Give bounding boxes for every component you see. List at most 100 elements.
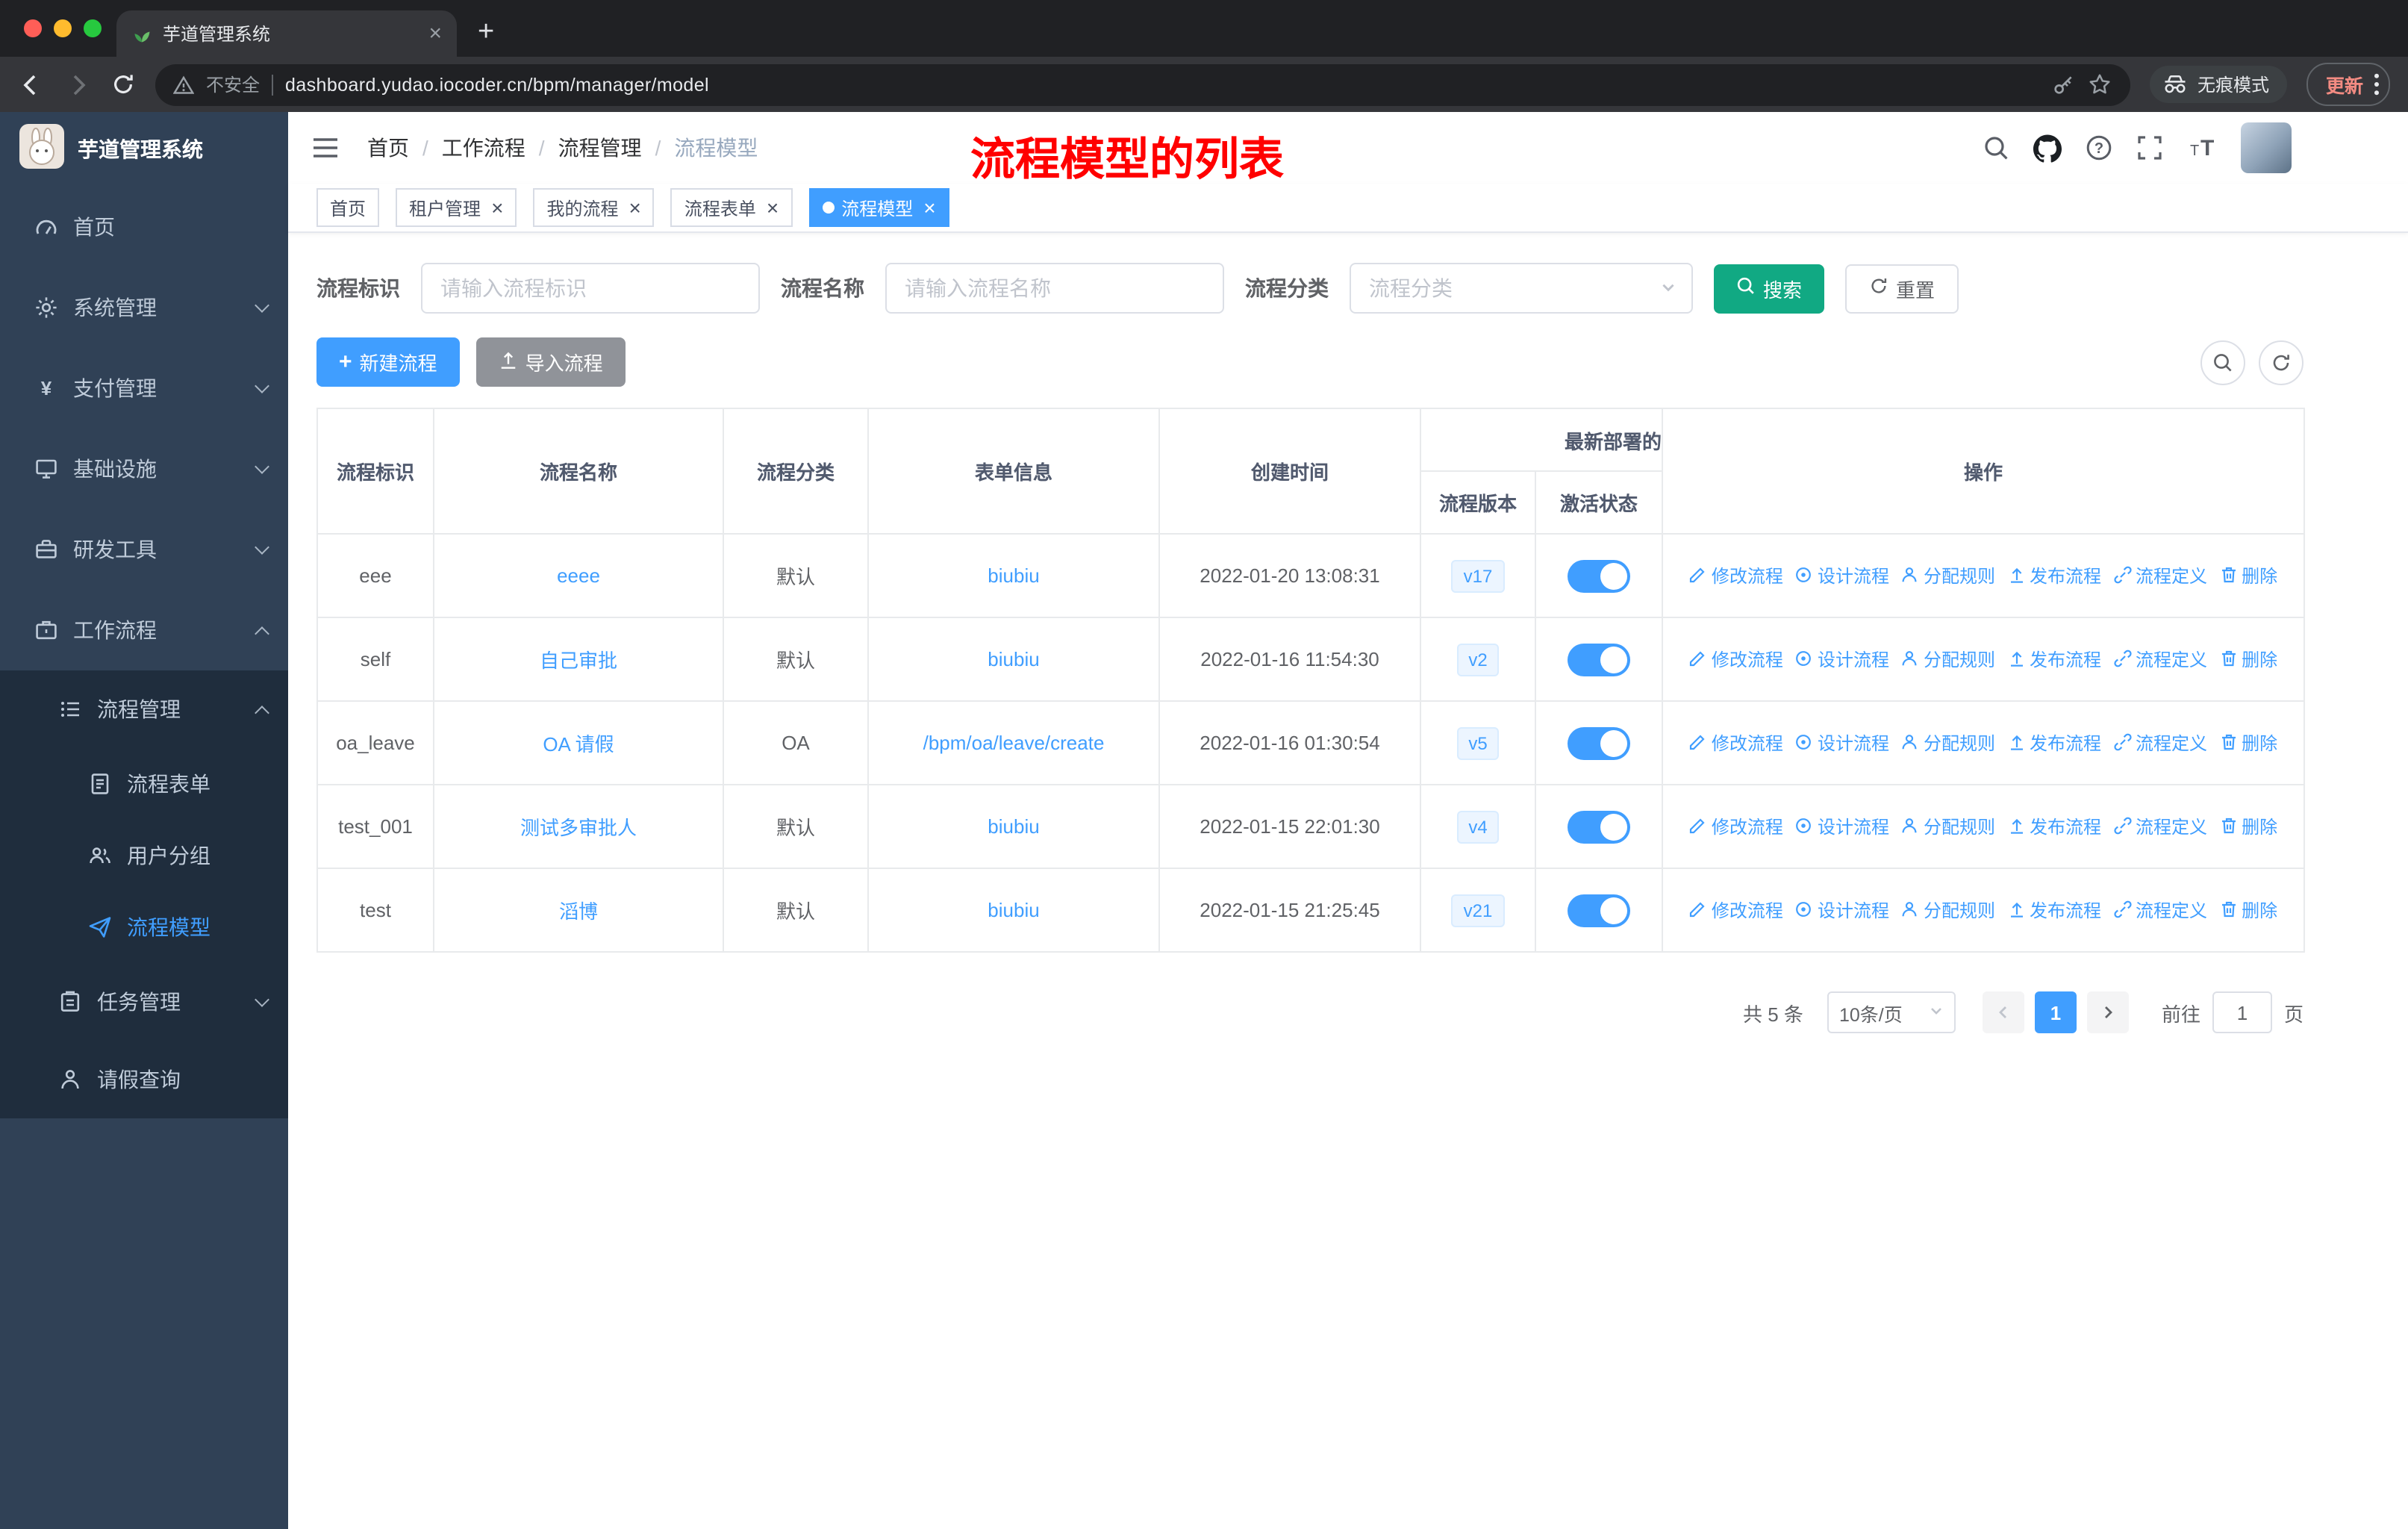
action-definition[interactable]: 流程定义 — [2113, 897, 2207, 923]
tag-item-4-active[interactable]: 流程模型 × — [808, 188, 949, 227]
active-status-toggle[interactable] — [1568, 643, 1630, 676]
goto-page-input[interactable] — [2212, 991, 2272, 1033]
action-edit[interactable]: 修改流程 — [1689, 563, 1783, 588]
prev-page-button[interactable] — [1982, 991, 2024, 1033]
action-definition[interactable]: 流程定义 — [2113, 563, 2207, 588]
browser-update-button[interactable]: 更新 — [2306, 63, 2390, 106]
action-edit[interactable]: 修改流程 — [1689, 814, 1783, 839]
form-info-link[interactable]: biubiu — [988, 648, 1039, 670]
action-design[interactable]: 设计流程 — [1795, 647, 1889, 672]
process-name-link[interactable]: eeee — [557, 564, 600, 587]
user-avatar[interactable] — [2241, 122, 2292, 173]
sidebar-item-system-management[interactable]: 系统管理 — [0, 267, 288, 348]
page-number-1[interactable]: 1 — [2034, 991, 2077, 1033]
page-size-select[interactable]: 10条/页 — [1827, 991, 1956, 1033]
action-definition[interactable]: 流程定义 — [2113, 647, 2207, 672]
tag-item-2[interactable]: 我的流程 × — [533, 188, 655, 227]
action-edit[interactable]: 修改流程 — [1689, 647, 1783, 672]
sidebar-item-user-group[interactable]: 用户分组 — [0, 820, 288, 891]
sidebar-collapse-button[interactable] — [288, 133, 367, 163]
action-edit[interactable]: 修改流程 — [1689, 897, 1783, 923]
action-assign-rule[interactable]: 分配规则 — [1901, 563, 1995, 588]
action-edit[interactable]: 修改流程 — [1689, 730, 1783, 756]
action-assign-rule[interactable]: 分配规则 — [1901, 647, 1995, 672]
active-status-toggle[interactable] — [1568, 559, 1630, 592]
active-status-toggle[interactable] — [1568, 810, 1630, 843]
action-design[interactable]: 设计流程 — [1795, 897, 1889, 923]
app-logo[interactable]: 芋道管理系统 — [0, 112, 288, 187]
address-bar[interactable]: 不安全 dashboard.yudao.iocoder.cn/bpm/manag… — [155, 63, 2130, 105]
action-delete[interactable]: 删除 — [2219, 563, 2277, 588]
sidebar-item-home[interactable]: 首页 — [0, 187, 288, 267]
form-info-link[interactable]: /bpm/oa/leave/create — [923, 732, 1105, 754]
process-name-link[interactable]: 自己审批 — [540, 650, 617, 672]
new-tab-button[interactable]: + — [478, 18, 494, 46]
password-key-icon[interactable] — [2051, 72, 2075, 96]
action-delete[interactable]: 删除 — [2219, 647, 2277, 672]
update-label[interactable]: 更新 — [2326, 70, 2363, 99]
action-definition[interactable]: 流程定义 — [2113, 814, 2207, 839]
fullscreen-icon[interactable] — [2136, 134, 2163, 161]
category-select[interactable]: 流程分类 — [1350, 263, 1693, 314]
back-icon[interactable] — [18, 71, 45, 98]
bookmark-star-icon[interactable] — [2087, 72, 2112, 97]
form-info-link[interactable]: biubiu — [988, 815, 1039, 838]
process-name-input[interactable] — [885, 263, 1224, 314]
action-design[interactable]: 设计流程 — [1795, 730, 1889, 756]
action-publish[interactable]: 发布流程 — [2007, 730, 2101, 756]
active-status-toggle[interactable] — [1568, 894, 1630, 927]
process-id-input[interactable] — [421, 263, 760, 314]
github-icon[interactable] — [2033, 134, 2062, 162]
help-icon[interactable]: ? — [2086, 134, 2112, 161]
action-assign-rule[interactable]: 分配规则 — [1901, 897, 1995, 923]
kebab-menu-icon[interactable] — [2374, 73, 2380, 96]
sidebar-item-task-management[interactable]: 任务管理 — [0, 963, 288, 1041]
action-design[interactable]: 设计流程 — [1795, 814, 1889, 839]
sidebar-item-workflow[interactable]: 工作流程 — [0, 590, 288, 670]
action-delete[interactable]: 删除 — [2219, 897, 2277, 923]
sidebar-item-process-form[interactable]: 流程表单 — [0, 748, 288, 820]
sidebar-item-infrastructure[interactable]: 基础设施 — [0, 429, 288, 509]
window-minimize-button[interactable] — [54, 19, 72, 37]
reload-icon[interactable] — [110, 72, 136, 97]
tag-item-3[interactable]: 流程表单 × — [670, 188, 793, 227]
close-tag-icon[interactable]: × — [491, 197, 503, 218]
sidebar-item-leave-query[interactable]: 请假查询 — [0, 1041, 288, 1118]
process-name-link[interactable]: OA 请假 — [543, 733, 614, 756]
form-info-link[interactable]: biubiu — [988, 899, 1039, 921]
window-close-button[interactable] — [24, 19, 42, 37]
action-assign-rule[interactable]: 分配规则 — [1901, 730, 1995, 756]
tab-close-icon[interactable]: × — [428, 22, 442, 45]
tag-item-0[interactable]: 首页 — [316, 188, 380, 227]
action-publish[interactable]: 发布流程 — [2007, 814, 2101, 839]
reset-button[interactable]: 重置 — [1845, 264, 1959, 313]
sidebar-item-process-model[interactable]: 流程模型 — [0, 891, 288, 963]
sidebar-item-payment-management[interactable]: ¥ 支付管理 — [0, 348, 288, 429]
breadcrumb-workflow[interactable]: 工作流程 — [442, 133, 525, 163]
action-assign-rule[interactable]: 分配规则 — [1901, 814, 1995, 839]
forward-icon[interactable] — [64, 71, 91, 98]
security-label[interactable]: 不安全 — [206, 72, 260, 97]
sidebar-item-process-management[interactable]: 流程管理 — [0, 670, 288, 748]
action-publish[interactable]: 发布流程 — [2007, 897, 2101, 923]
close-tag-icon[interactable]: × — [767, 197, 779, 218]
action-design[interactable]: 设计流程 — [1795, 563, 1889, 588]
font-size-icon[interactable]: TT — [2187, 134, 2217, 161]
refresh-button[interactable] — [2259, 340, 2303, 384]
action-publish[interactable]: 发布流程 — [2007, 647, 2101, 672]
toggle-search-button[interactable] — [2200, 340, 2245, 384]
process-name-link[interactable]: 滔博 — [559, 900, 598, 923]
sidebar-item-dev-tools[interactable]: 研发工具 — [0, 509, 288, 590]
import-process-button[interactable]: 导入流程 — [475, 337, 626, 387]
close-tag-icon[interactable]: × — [628, 197, 640, 218]
action-delete[interactable]: 删除 — [2219, 814, 2277, 839]
action-publish[interactable]: 发布流程 — [2007, 563, 2101, 588]
tag-item-1[interactable]: 租户管理 × — [396, 188, 517, 227]
search-button[interactable]: 搜索 — [1714, 264, 1825, 313]
process-name-link[interactable]: 测试多审批人 — [520, 817, 637, 839]
search-icon[interactable] — [1983, 134, 2009, 161]
close-tag-icon[interactable]: × — [923, 197, 935, 218]
active-status-toggle[interactable] — [1568, 726, 1630, 759]
next-page-button[interactable] — [2086, 991, 2129, 1033]
action-definition[interactable]: 流程定义 — [2113, 730, 2207, 756]
